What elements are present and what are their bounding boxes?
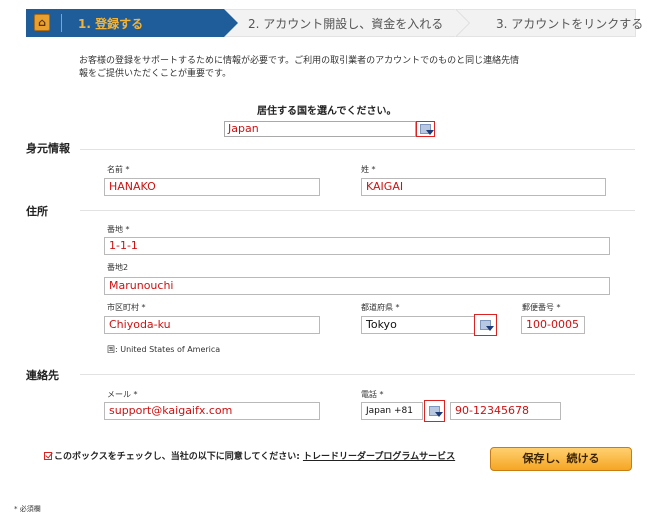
identity-divider (80, 149, 635, 150)
phone-country-code-select[interactable]: Japan +81 (361, 402, 423, 420)
contact-divider (80, 374, 635, 375)
prefecture-label: 都道府県 * (361, 303, 400, 312)
last-name-input[interactable]: KAIGAI (361, 178, 606, 196)
contact-section-title: 連絡先 (26, 369, 59, 382)
step-1-arrow (224, 9, 238, 37)
home-icon: ⌂ (34, 14, 50, 31)
city-input[interactable]: Chiyoda-ku (104, 316, 320, 334)
agreement-text: このボックスをチェックし、当社の以下に同意してください: (54, 452, 303, 462)
phone-number-input[interactable]: 90-12345678 (450, 402, 561, 420)
street2-label: 番地2 (107, 263, 129, 272)
first-name-label: 名前 * (107, 165, 130, 174)
program-service-link[interactable]: トレードリーダープログラムサービス (303, 452, 455, 462)
street2-input[interactable]: Marunouchi (104, 277, 610, 295)
step-icon-divider (61, 14, 62, 32)
address-country-note: 国: United States of America (107, 345, 221, 354)
intro-line-2: 報をご提供いただくことが重要です。 (79, 69, 232, 79)
intro-line-1: お客様の登録をサポートするために情報が必要です。ご利用の取引業者のアカウントでの… (79, 56, 520, 66)
city-label: 市区町村 * (107, 303, 146, 312)
first-name-input[interactable]: HANAKO (104, 178, 320, 196)
progress-steps: ⌂ 1. 登録する 2. アカウント開設し、資金を入れる 3. アカウントをリン… (26, 9, 643, 37)
phone-label: 電話 * (361, 390, 384, 399)
agreement-row: このボックスをチェックし、当社の以下に同意してください: トレードリーダープログ… (44, 449, 455, 462)
prefecture-dropdown-button[interactable] (474, 314, 497, 336)
email-input[interactable]: support@kaigaifx.com (104, 402, 320, 420)
phone-code-dropdown-button[interactable] (424, 400, 445, 422)
chevron-down-icon (429, 406, 443, 417)
street1-label: 番地 * (107, 225, 130, 234)
step-2-label: 2. アカウント開設し、資金を入れる (248, 17, 444, 31)
step-3-label: 3. アカウントをリンクする (496, 17, 644, 31)
prefecture-select[interactable]: Tokyo (361, 316, 476, 334)
last-name-label: 姓 * (361, 165, 376, 174)
postal-code-input[interactable]: 100-0005 (521, 316, 585, 334)
email-label: メール * (107, 390, 138, 399)
country-select[interactable]: Japan (224, 121, 416, 137)
intro-text: お客様の登録をサポートするために情報が必要です。ご利用の取引業者のアカウントでの… (79, 55, 599, 81)
agreement-checkbox[interactable] (44, 452, 52, 460)
identity-section-title: 身元情報 (26, 142, 70, 155)
country-dropdown-button[interactable] (416, 121, 435, 137)
postal-code-label: 郵便番号 * (522, 303, 561, 312)
address-section-title: 住所 (26, 205, 48, 218)
chevron-down-icon (420, 124, 434, 135)
required-fields-note: * 必須欄 (14, 505, 41, 513)
chevron-down-icon (480, 320, 494, 331)
country-select-label: 居住する国を選んでください。 (257, 106, 397, 117)
step-separator-arrow-fill (455, 9, 469, 37)
street1-input[interactable]: 1-1-1 (104, 237, 610, 255)
address-divider (80, 210, 635, 211)
save-continue-button[interactable]: 保存し、続ける (490, 447, 632, 471)
step-1-label: 1. 登録する (78, 17, 144, 31)
